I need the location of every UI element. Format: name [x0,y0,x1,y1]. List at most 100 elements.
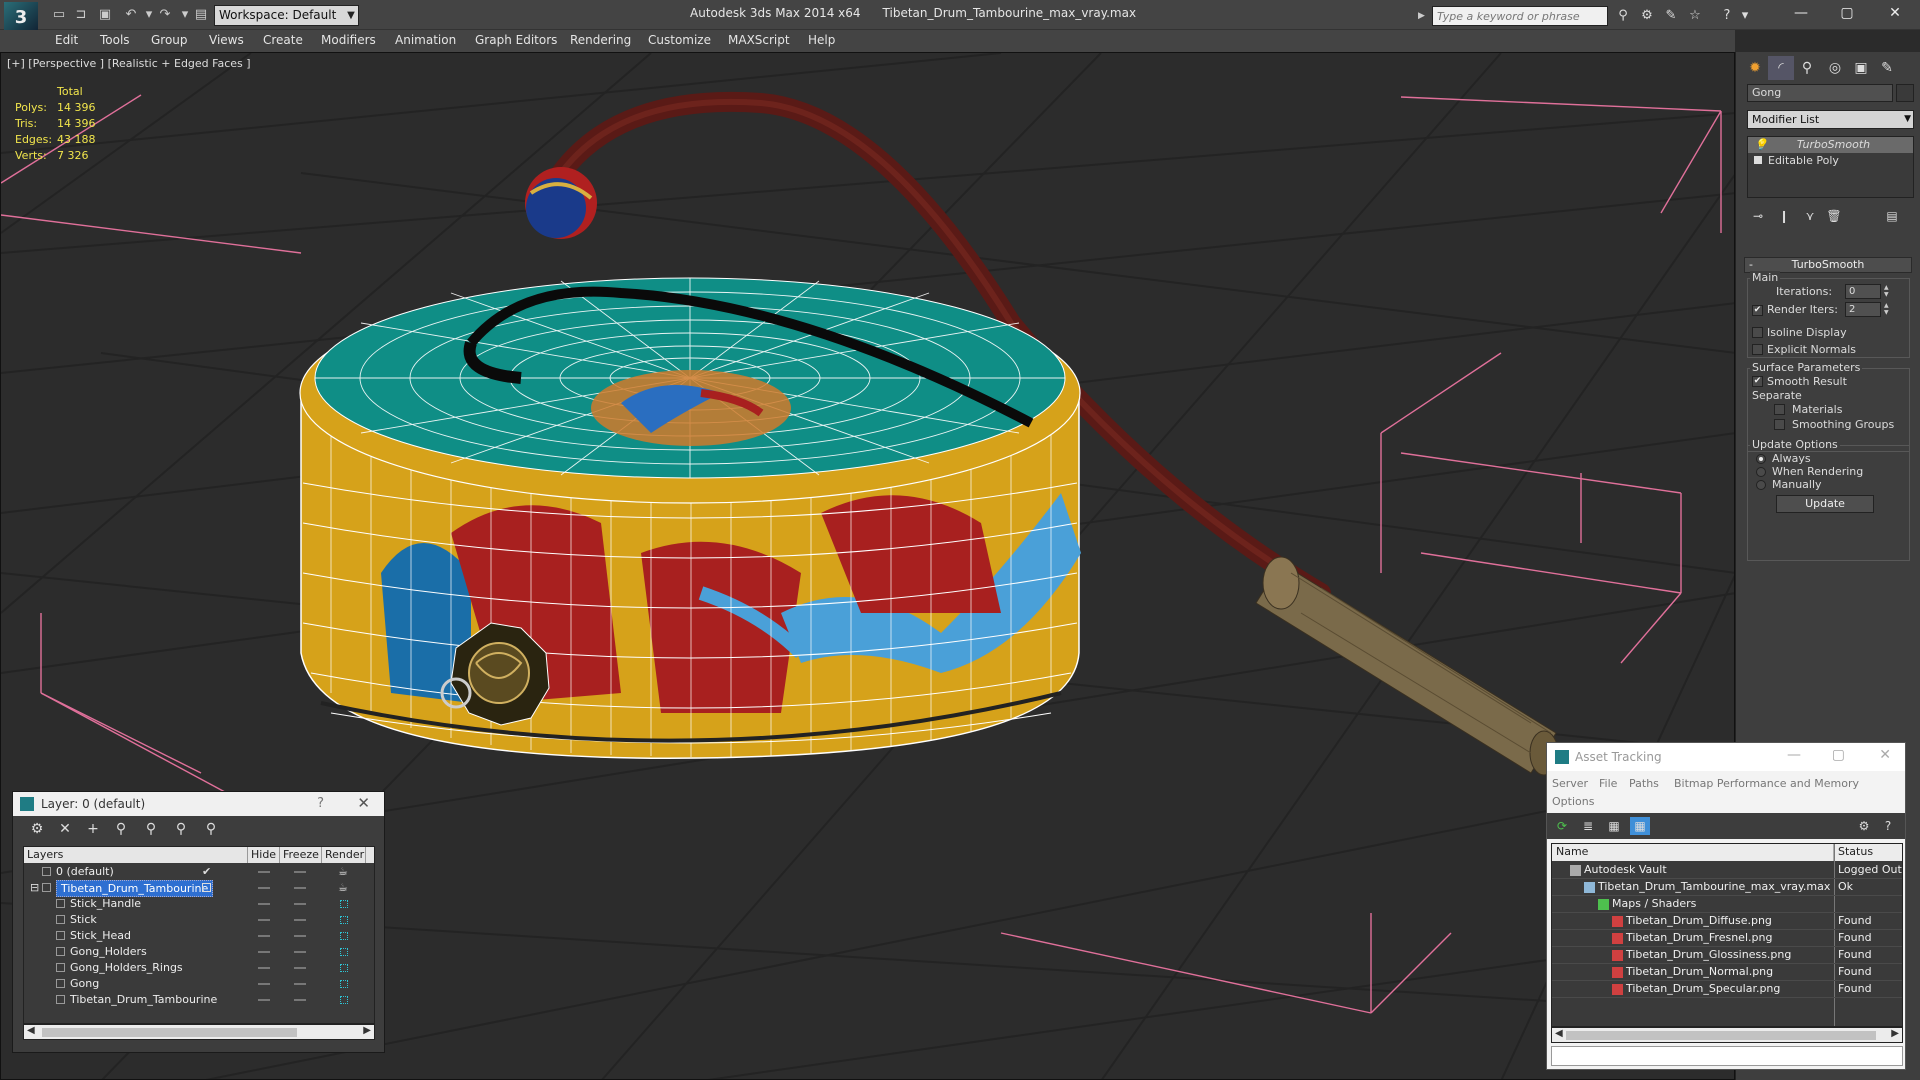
freeze-toggle-icon[interactable] [294,999,306,1001]
render-toggle-icon[interactable] [340,932,348,940]
freeze-toggle-icon[interactable] [294,871,306,873]
freeze-toggle-icon[interactable] [294,951,306,953]
menu-group[interactable]: Group [151,33,188,47]
hide-all-icon[interactable]: ⚲ [201,820,221,838]
hide-toggle-icon[interactable] [258,983,270,985]
menu-customize[interactable]: Customize [648,33,711,47]
scroll-right-icon[interactable]: ▶ [1891,1028,1899,1039]
remove-modifier-icon[interactable]: 🗑 [1824,209,1844,227]
freeze-toggle-icon[interactable] [294,919,306,921]
expand-box-icon[interactable] [1754,156,1762,164]
freeze-toggle-icon[interactable] [294,967,306,969]
undo-icon[interactable]: ↶ [122,6,140,24]
asset-row[interactable]: Tibetan_Drum_Normal.png Found [1552,964,1902,981]
object-color-swatch[interactable] [1896,84,1914,102]
refresh-icon[interactable]: ⟳ [1552,817,1572,835]
scroll-right-icon[interactable]: ▶ [363,1025,371,1036]
render-iters-checkbox[interactable]: ✔ [1752,305,1763,316]
layer-name[interactable]: 0 (default) [56,864,114,879]
asset-row[interactable]: Autodesk Vault Logged Out [1552,862,1902,879]
menu-tools[interactable]: Tools [100,33,130,47]
col-hide[interactable]: Hide [248,847,280,863]
project-folder-icon[interactable]: ▤ [192,6,210,24]
pin-stack-icon[interactable]: ⊸ [1748,209,1768,227]
create-tab-icon[interactable]: ✹ [1742,56,1768,80]
workspace-dropdown-arrow-icon[interactable]: ▼ [344,6,358,25]
layer-row[interactable]: Stick [24,912,374,928]
active-layer-box-icon[interactable] [202,883,211,892]
layer-name[interactable]: Stick [70,912,97,927]
manually-radio[interactable] [1756,480,1766,490]
render-iters-spinner[interactable]: 2 [1845,302,1881,317]
update-button[interactable]: Update [1776,495,1874,513]
layer-name[interactable]: Tibetan_Drum_Tambourine [70,992,217,1007]
asset-row[interactable]: Tibetan_Drum_Tambourine_max_vray.max Ok [1552,879,1902,896]
layer-name[interactable]: Gong_Holders_Rings [70,960,183,975]
minimize-icon[interactable]: — [1787,747,1801,763]
hide-toggle-icon[interactable] [258,887,270,889]
render-toggle-icon[interactable] [340,980,348,988]
binoculars-icon[interactable]: ⚲ [1613,7,1633,25]
menu-help[interactable]: Help [808,33,835,47]
menu-edit[interactable]: Edit [55,33,78,47]
col-render[interactable]: Render [322,847,366,863]
render-toggle-icon[interactable] [340,900,348,908]
close-icon[interactable]: ✕ [1872,0,1918,28]
materials-checkbox[interactable] [1774,404,1785,415]
hide-toggle-icon[interactable] [258,935,270,937]
smooth-result-checkbox[interactable]: ✔ [1752,376,1763,387]
layer-name[interactable]: Stick_Head [70,928,131,943]
favorites-star-icon[interactable]: ☆ [1685,7,1705,25]
freeze-toggle-icon[interactable] [294,935,306,937]
hide-toggle-icon[interactable] [258,967,270,969]
modify-tab-icon[interactable]: ◜ [1768,56,1794,80]
modifier-stack[interactable]: 💡 TurboSmooth Editable Poly [1747,136,1914,198]
asset-horizontal-scrollbar[interactable]: ◀ ▶ [1551,1027,1903,1043]
minimize-icon[interactable]: — [1778,0,1824,28]
menu-modifiers[interactable]: Modifiers [321,33,376,47]
maximize-icon[interactable]: ▢ [1824,0,1870,28]
redo-icon[interactable]: ↷ [156,6,174,24]
layer-row[interactable]: 0 (default) ✔ ☕ [24,864,374,880]
render-toggle-icon[interactable] [340,996,348,1004]
asset-name[interactable]: Tibetan_Drum_Glossiness.png [1626,947,1791,963]
help-icon[interactable]: ? [1878,817,1898,835]
layer-row[interactable]: Gong [24,976,374,992]
render-teapot-icon[interactable]: ☕ [338,864,348,879]
highlight-layer-icon[interactable]: ⚲ [171,820,191,838]
asset-name[interactable]: Maps / Shaders [1612,896,1696,912]
hide-toggle-icon[interactable] [258,951,270,953]
asset-tracking-titlebar[interactable]: Asset Tracking — ▢ ✕ [1547,743,1905,771]
save-icon[interactable]: ▣ [96,6,114,24]
layer-properties-icon[interactable]: ⚙ [27,820,47,838]
menu-bitmap-performance[interactable]: Bitmap Performance and Memory [1674,777,1859,790]
make-unique-icon[interactable]: ⋎ [1800,209,1820,227]
asset-name[interactable]: Tibetan_Drum_Specular.png [1626,981,1780,997]
expand-icon[interactable]: ⊟ [30,880,39,895]
search-expand-icon[interactable]: ▶ [1418,6,1430,26]
active-layer-check-icon[interactable]: ✔ [202,864,211,879]
col-name[interactable]: Name [1552,844,1834,861]
motion-tab-icon[interactable]: ◎ [1822,56,1848,80]
new-file-icon[interactable]: ▭ [50,6,68,24]
menu-file[interactable]: File [1599,777,1617,790]
render-toggle-icon[interactable] [340,948,348,956]
lightbulb-icon[interactable]: 💡 [1754,137,1768,153]
vault-status-icon[interactable]: ⚙ [1854,817,1874,835]
close-icon[interactable]: ✕ [1879,747,1891,763]
menu-views[interactable]: Views [209,33,244,47]
help-icon[interactable]: ? [1717,7,1737,25]
app-logo-button[interactable]: 3 [4,2,38,32]
viewport-label[interactable]: [+] [Perspective ] [Realistic + Edged Fa… [7,57,251,70]
menu-graph-editors[interactable]: Graph Editors [475,33,557,47]
stack-item-editable-poly[interactable]: Editable Poly [1748,153,1913,169]
smoothing-groups-checkbox[interactable] [1774,419,1785,430]
add-selection-icon[interactable]: ⚲ [111,820,131,838]
close-icon[interactable]: ✕ [357,794,370,812]
always-radio[interactable] [1756,454,1766,464]
asset-status-field[interactable] [1551,1046,1903,1066]
menu-maxscript[interactable]: MAXScript [728,33,790,47]
layer-explorer-titlebar[interactable]: Layer: 0 (default) ? ✕ [13,792,384,816]
open-file-icon[interactable]: ⊐ [72,6,90,24]
maximize-icon[interactable]: ▢ [1832,747,1845,763]
